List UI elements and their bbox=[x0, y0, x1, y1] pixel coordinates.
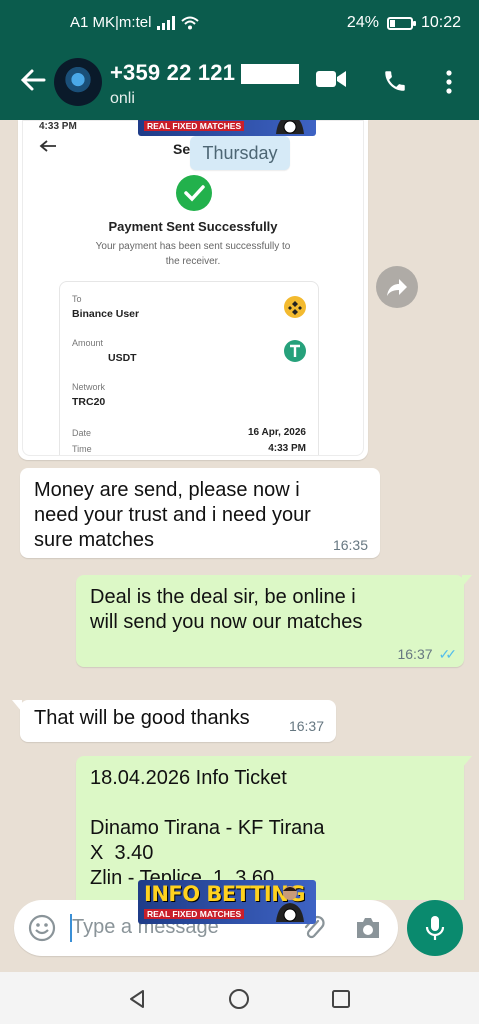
more-vert-icon[interactable] bbox=[445, 70, 453, 99]
forward-icon[interactable] bbox=[376, 266, 418, 308]
binance-icon bbox=[284, 296, 306, 318]
inner-back-icon bbox=[39, 139, 57, 158]
message-time: 16:37 bbox=[288, 718, 324, 734]
mic-button[interactable] bbox=[407, 900, 463, 956]
time-value: 4:33 PM bbox=[268, 443, 306, 454]
status-bar: A1 MK|m:tel 24% 10:22 bbox=[0, 0, 479, 46]
bubble-tail bbox=[12, 700, 22, 712]
contact-status: onli bbox=[110, 90, 135, 107]
message-text: That will be good thanks bbox=[34, 707, 250, 729]
message-time: 16:37 bbox=[397, 646, 433, 662]
date-chip: Thursday bbox=[190, 136, 290, 170]
phone-icon[interactable] bbox=[382, 68, 408, 99]
system-nav-bar bbox=[0, 972, 479, 1024]
ticket-line: Dinamo Tirana - KF Tirana bbox=[90, 817, 325, 839]
emoji-icon[interactable] bbox=[28, 914, 56, 942]
message-meta: 16:37 ✓✓ bbox=[397, 646, 458, 662]
message-text: Money are send, please now i need your t… bbox=[34, 479, 311, 551]
tether-icon bbox=[284, 340, 306, 362]
contact-name[interactable]: +359 22 121 bbox=[110, 60, 300, 86]
payment-title: Payment Sent Successfully bbox=[108, 219, 278, 234]
message-bubble-incoming[interactable]: Money are send, please now i need your t… bbox=[20, 468, 380, 558]
status-right: 24% 10:22 bbox=[347, 14, 461, 32]
inner-status-time: 4:33 PM bbox=[39, 121, 77, 132]
mic-icon bbox=[425, 916, 445, 940]
watermark-sub: REAL FIXED MATCHES bbox=[144, 908, 245, 919]
network-label: Network bbox=[72, 382, 106, 392]
time-label: Time bbox=[72, 444, 92, 454]
back-arrow-icon[interactable] bbox=[20, 68, 46, 97]
ticket-line: 18.04.2026 Info Ticket bbox=[90, 767, 287, 789]
ticket-message[interactable]: 18.04.2026 Info Ticket Dinamo Tirana - K… bbox=[76, 756, 472, 900]
payment-subtitle: Your payment has been sent successfully … bbox=[95, 241, 291, 267]
to-label: To bbox=[72, 294, 82, 304]
image-message[interactable]: 4:33 PM Se Payment Sent Successfully You… bbox=[18, 120, 368, 460]
to-value: Binance User bbox=[72, 308, 140, 320]
clock: 10:22 bbox=[420, 14, 461, 31]
chat-area[interactable]: 4:33 PM Se Payment Sent Successfully You… bbox=[0, 120, 479, 900]
video-call-icon[interactable] bbox=[315, 68, 347, 95]
watermark-person-icon bbox=[276, 886, 304, 922]
payment-screenshot: 4:33 PM Se Payment Sent Successfully You… bbox=[22, 120, 364, 456]
battery-fill bbox=[389, 19, 396, 27]
nav-back-icon[interactable] bbox=[126, 988, 148, 1010]
status-left: A1 MK|m:tel bbox=[70, 14, 200, 31]
message-time: 16:35 bbox=[332, 537, 368, 553]
message-bubble-incoming[interactable]: That will be good thanks 16:37 bbox=[12, 700, 336, 742]
watermark-banner: INFO BETTING REAL FIXED MATCHES bbox=[138, 880, 316, 924]
contact-number: +359 22 121 bbox=[110, 60, 236, 85]
payment-details-card: To Binance User Amount USDT Network TRC2… bbox=[59, 281, 319, 455]
camera-icon[interactable] bbox=[354, 915, 382, 941]
bubble-tail bbox=[462, 575, 472, 587]
watermark-banner: INFO BETTING REAL FIXED MATCHES bbox=[138, 120, 316, 136]
battery-icon bbox=[386, 16, 416, 30]
inner-title: Se bbox=[173, 141, 191, 157]
amount-value: USDT bbox=[108, 352, 137, 364]
amount-label: Amount bbox=[72, 338, 104, 348]
wifi-icon bbox=[181, 16, 200, 29]
redaction-box bbox=[241, 64, 300, 85]
date-label: Date bbox=[72, 428, 92, 438]
success-check-icon bbox=[176, 175, 212, 211]
watermark-sub: REAL FIXED MATCHES bbox=[144, 120, 245, 131]
chat-header: +359 22 121 onli bbox=[0, 46, 479, 120]
watermark-person-icon bbox=[276, 120, 304, 134]
read-ticks-icon: ✓✓ bbox=[438, 646, 458, 662]
network-value: TRC20 bbox=[72, 396, 106, 408]
battery-percent: 24% bbox=[346, 14, 379, 31]
nav-home-icon[interactable] bbox=[228, 988, 250, 1010]
signal-icon bbox=[157, 15, 176, 30]
ticket-line: X 3.40 bbox=[90, 842, 154, 864]
carrier-label: A1 MK|m:tel bbox=[70, 14, 152, 31]
ticket-line bbox=[90, 791, 450, 816]
message-text: Deal is the deal sir, be online i will s… bbox=[90, 586, 363, 633]
avatar[interactable] bbox=[54, 58, 102, 106]
message-bubble-outgoing[interactable]: Deal is the deal sir, be online i will s… bbox=[76, 575, 472, 667]
bubble-tail bbox=[462, 756, 472, 768]
nav-recents-icon[interactable] bbox=[330, 988, 352, 1010]
date-value: 16 Apr, 2026 bbox=[247, 427, 306, 438]
